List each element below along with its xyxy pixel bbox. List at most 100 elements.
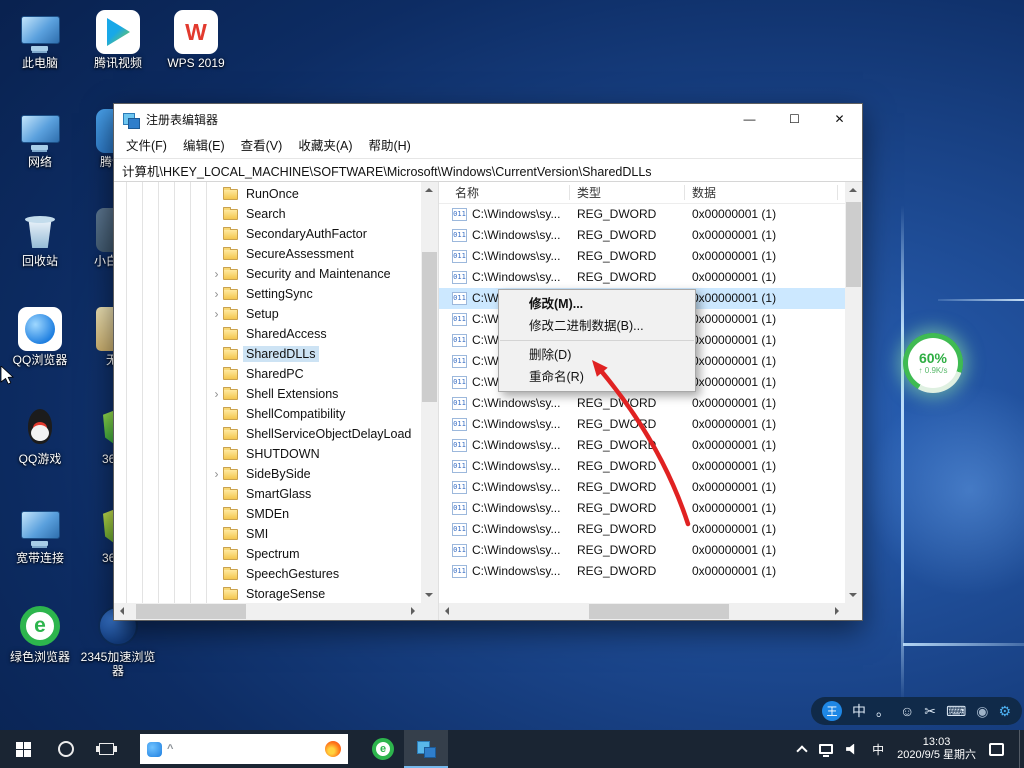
scroll-right-icon[interactable] (411, 607, 415, 615)
desktop-icon-tencent-video[interactable]: 腾讯视频 (80, 10, 156, 107)
scroll-up-icon[interactable] (425, 188, 433, 192)
tree-horizontal-scrollbar[interactable] (114, 603, 421, 620)
column-header-name[interactable]: 名称 (455, 182, 479, 204)
expand-icon[interactable]: › (210, 384, 223, 404)
list-vertical-scrollbar[interactable] (845, 182, 862, 603)
taskbar-search-box[interactable]: ^ (140, 734, 348, 764)
tree-item-sharedaccess[interactable]: SharedAccess (114, 324, 421, 344)
tree-vertical-scrollbar[interactable] (421, 182, 438, 603)
desktop-icon-this-pc[interactable]: 此电脑 (2, 10, 78, 107)
tree-item-shellcompatibility[interactable]: ShellCompatibility (114, 404, 421, 424)
column-separator[interactable] (569, 185, 570, 200)
ime-toolbox-icon[interactable]: ⚙ (998, 697, 1011, 725)
scroll-left-icon[interactable] (120, 607, 124, 615)
expand-icon[interactable]: › (210, 264, 223, 284)
column-header-data[interactable]: 数据 (692, 182, 716, 204)
network-tray-icon[interactable] (819, 744, 833, 754)
scrollbar-thumb[interactable] (422, 252, 437, 402)
ime-punctuation-icon[interactable]: 。 (876, 697, 890, 725)
registry-value-row[interactable]: 011C:\Windows\sy...REG_DWORD0x00000001 (… (439, 456, 845, 477)
tree-item-smartglass[interactable]: SmartGlass (114, 484, 421, 504)
desktop-icon-broadband[interactable]: 宽带连接 (2, 505, 78, 602)
tree-item-search[interactable]: Search (114, 204, 421, 224)
tray-clock[interactable]: 13:03 2020/9/5 星期六 (897, 736, 976, 762)
registry-value-row[interactable]: 011C:\Windows\sy...REG_DWORD0x00000001 (… (439, 519, 845, 540)
tray-expand-icon[interactable] (796, 745, 807, 756)
tree-item-shell-extensions[interactable]: ›Shell Extensions (114, 384, 421, 404)
column-separator[interactable] (684, 185, 685, 200)
registry-value-row[interactable]: 011C:\Windows\sy...REG_DWORD0x00000001 (… (439, 267, 845, 288)
desktop-icon-wps[interactable]: WWPS 2019 (158, 10, 234, 107)
ime-logo-icon[interactable]: 王 (822, 701, 842, 721)
maximize-button[interactable]: ☐ (772, 104, 817, 134)
tree-item-smi[interactable]: SMI (114, 524, 421, 544)
registry-value-row[interactable]: 011C:\Windows\sy...REG_DWORD0x00000001 (… (439, 540, 845, 561)
registry-value-row[interactable]: 011C:\Windows\sy...REG_DWORD0x00000001 (… (439, 498, 845, 519)
tree-item-runonce[interactable]: RunOnce (114, 184, 421, 204)
tree-item-shellserviceobjectdelayload[interactable]: ShellServiceObjectDelayLoad (114, 424, 421, 444)
net-speed-widget[interactable]: 60% ↑ 0.9K/s (903, 333, 963, 393)
menu-item-delete[interactable]: 删除(D) (499, 344, 695, 366)
tree-item-secureassessment[interactable]: SecureAssessment (114, 244, 421, 264)
menu-edit[interactable]: 编辑(E) (175, 134, 233, 158)
menu-view[interactable]: 查看(V) (233, 134, 291, 158)
tree-item-speechgestures[interactable]: SpeechGestures (114, 564, 421, 584)
scroll-down-icon[interactable] (849, 593, 857, 597)
ime-screenshot-icon[interactable]: ✂ (924, 697, 936, 725)
cortana-search-button[interactable] (46, 730, 86, 768)
registry-value-row[interactable]: 011C:\Windows\sy...REG_DWORD0x00000001 (… (439, 393, 845, 414)
expand-icon[interactable]: › (210, 304, 223, 324)
ime-skin-icon[interactable]: ◉ (976, 697, 988, 725)
scroll-left-icon[interactable] (445, 607, 449, 615)
task-view-button[interactable] (86, 730, 126, 768)
start-button[interactable] (0, 730, 46, 768)
desktop-icon-network[interactable]: 网络 (2, 109, 78, 206)
column-header-type[interactable]: 类型 (577, 182, 601, 204)
tree-item-smden[interactable]: SMDEn (114, 504, 421, 524)
title-bar[interactable]: 注册表编辑器 — ☐ ✕ (114, 104, 862, 134)
expand-icon[interactable]: › (210, 464, 223, 484)
tree-item-shareddlls[interactable]: SharedDLLs (114, 344, 421, 364)
taskbar-green-browser[interactable]: e (362, 730, 404, 768)
ime-lang-icon[interactable]: 中 (852, 697, 866, 725)
menu-file[interactable]: 文件(F) (118, 134, 175, 158)
scroll-up-icon[interactable] (849, 188, 857, 192)
volume-icon[interactable] (846, 744, 859, 755)
registry-value-row[interactable]: 011C:\Windows\sy...REG_DWORD0x00000001 (… (439, 561, 845, 582)
ime-indicator[interactable]: 中 (872, 741, 884, 758)
list-horizontal-scrollbar[interactable] (439, 603, 845, 620)
menu-favorites[interactable]: 收藏夹(A) (290, 134, 360, 158)
minimize-button[interactable]: — (727, 104, 772, 134)
tree-item-secondaryauthfactor[interactable]: SecondaryAuthFactor (114, 224, 421, 244)
ime-keyboard-icon[interactable]: ⌨ (946, 697, 966, 725)
menu-item-rename[interactable]: 重命名(R) (499, 366, 695, 388)
tree-item-security-and-maintenance[interactable]: ›Security and Maintenance (114, 264, 421, 284)
tree-item-settingsync[interactable]: ›SettingSync (114, 284, 421, 304)
tree-item-storagesense[interactable]: StorageSense (114, 584, 421, 603)
registry-value-row[interactable]: 011C:\Windows\sy...REG_DWORD0x00000001 (… (439, 435, 845, 456)
menu-help[interactable]: 帮助(H) (360, 134, 418, 158)
action-center-icon[interactable] (989, 743, 1004, 756)
expand-icon[interactable]: › (210, 284, 223, 304)
column-separator[interactable] (837, 185, 838, 200)
registry-value-row[interactable]: 011C:\Windows\sy...REG_DWORD0x00000001 (… (439, 225, 845, 246)
registry-value-row[interactable]: 011C:\Windows\sy...REG_DWORD0x00000001 (… (439, 204, 845, 225)
menu-item-modify[interactable]: 修改(M)... (499, 293, 695, 315)
scrollbar-thumb[interactable] (136, 604, 246, 619)
tree-item-shutdown[interactable]: SHUTDOWN (114, 444, 421, 464)
desktop-icon-recycle-bin[interactable]: 回收站 (2, 208, 78, 305)
hot-search-icon[interactable] (325, 741, 341, 757)
scrollbar-thumb[interactable] (589, 604, 729, 619)
registry-value-row[interactable]: 011C:\Windows\sy...REG_DWORD0x00000001 (… (439, 477, 845, 498)
close-button[interactable]: ✕ (817, 104, 862, 134)
ime-emoji-icon[interactable]: ☺ (900, 697, 914, 725)
show-desktop-button[interactable] (1019, 730, 1020, 768)
desktop-icon-qq-game[interactable]: QQ游戏 (2, 406, 78, 503)
scroll-down-icon[interactable] (425, 593, 433, 597)
tree-item-sharedpc[interactable]: SharedPC (114, 364, 421, 384)
tree-item-setup[interactable]: ›Setup (114, 304, 421, 324)
scroll-right-icon[interactable] (835, 607, 839, 615)
scrollbar-thumb[interactable] (846, 202, 861, 287)
taskbar-regedit-active[interactable] (404, 730, 448, 768)
registry-value-row[interactable]: 011C:\Windows\sy...REG_DWORD0x00000001 (… (439, 414, 845, 435)
